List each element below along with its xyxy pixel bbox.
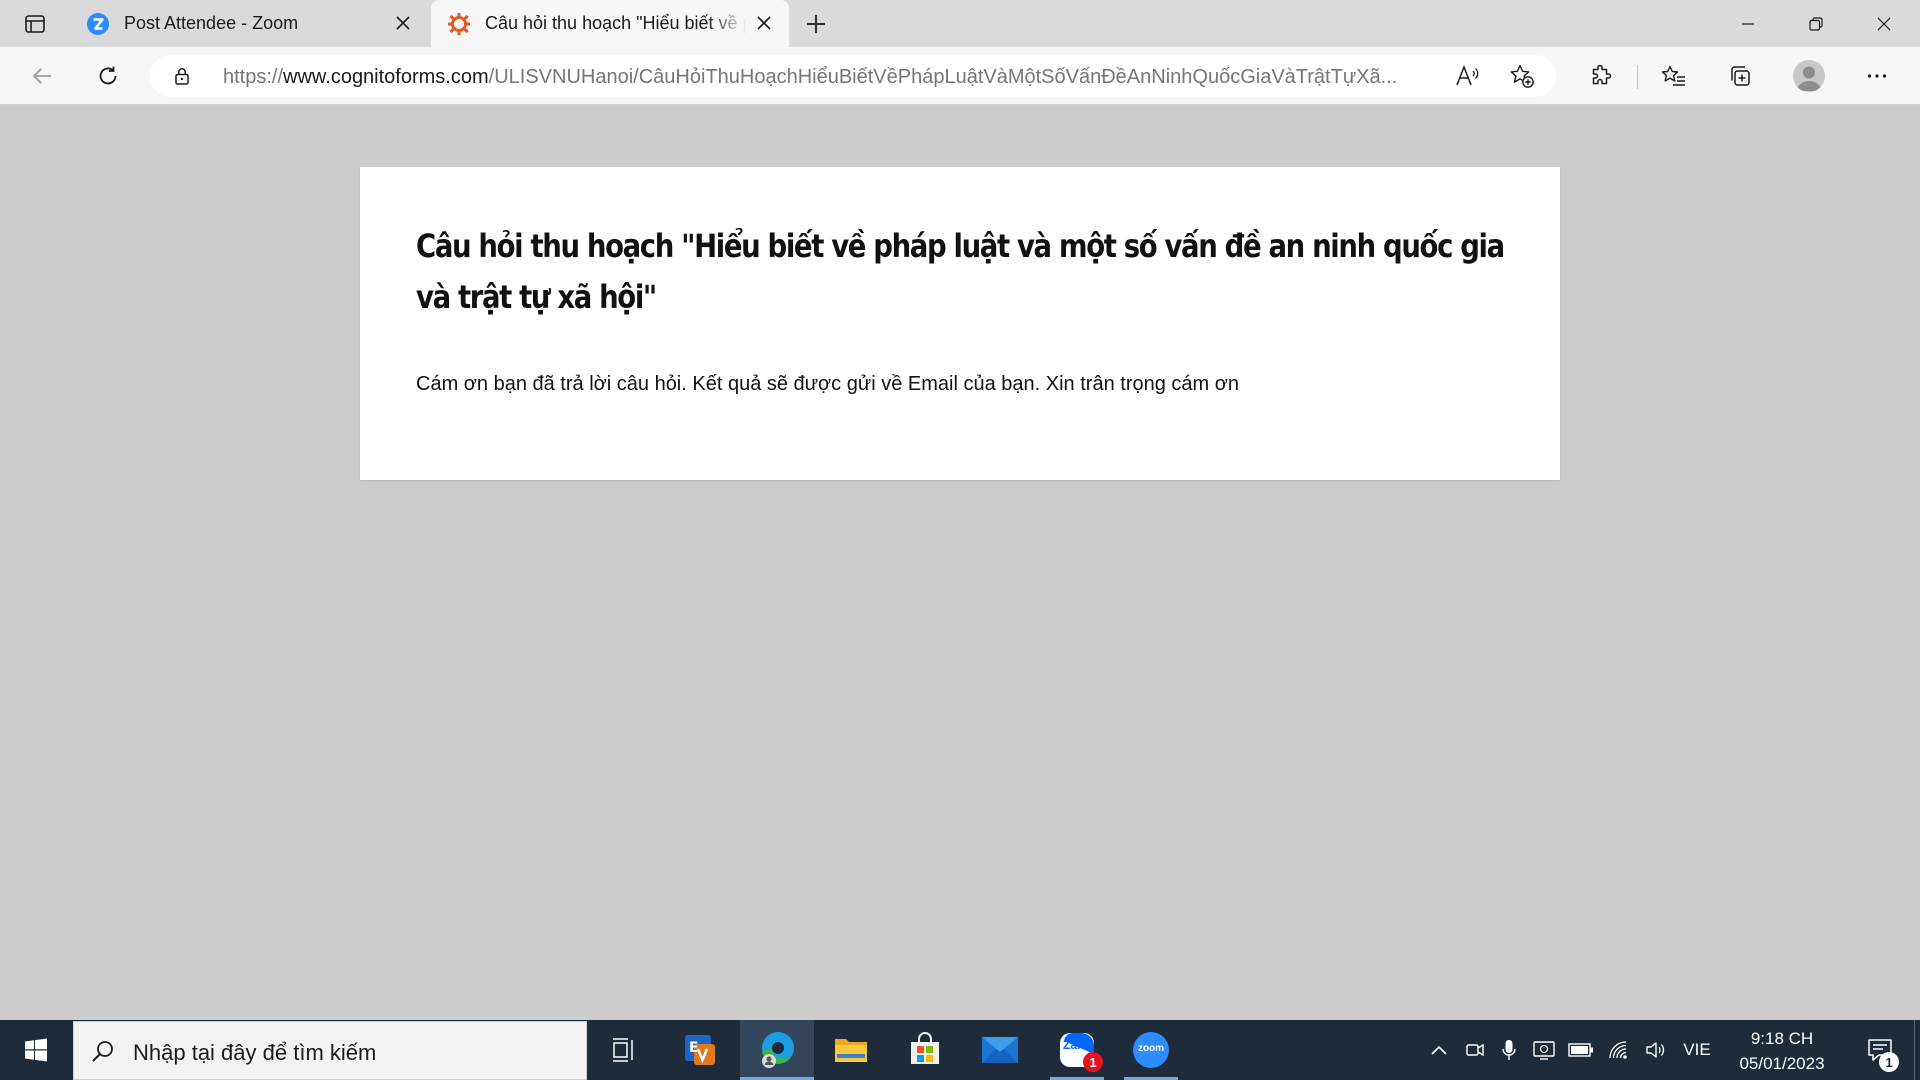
tab-cognito-form[interactable]: Câu hỏi thu hoạch "Hiểu biết về pháp luậ… xyxy=(431,0,789,47)
chevron-up-icon xyxy=(1431,1045,1447,1055)
refresh-button[interactable] xyxy=(90,58,126,94)
office-app-icon: E xyxy=(685,1035,715,1065)
zalo-label: Zalo xyxy=(1063,1038,1088,1052)
favorites-list-icon xyxy=(1661,65,1685,86)
form-title: Câu hỏi thu hoạch "Hiểu biết về pháp luậ… xyxy=(416,227,1505,316)
browser-toolbar: https://www.cognitoforms.com/ULISVNUHano… xyxy=(0,47,1920,105)
clock-date: 05/01/2023 xyxy=(1739,1054,1825,1073)
battery-icon xyxy=(1568,1043,1593,1057)
minimize-icon xyxy=(1742,22,1754,25)
collections-icon xyxy=(1731,66,1750,86)
tab-actions-button[interactable] xyxy=(16,8,54,40)
zoom-icon xyxy=(86,12,110,36)
browser-tab-strip: Post Attendee - Zoom Câu hỏi thu hoạch "… xyxy=(0,0,1920,47)
more-dots-icon xyxy=(1867,74,1887,78)
zoom-app-label: zoom xyxy=(1137,1043,1165,1054)
refresh-icon xyxy=(99,66,117,85)
person-icon xyxy=(1797,66,1821,91)
action-center-button[interactable]: 1 xyxy=(1856,1020,1904,1080)
taskbar-zoom[interactable]: zoom xyxy=(1114,1020,1188,1080)
taskbar-task-view[interactable] xyxy=(587,1020,661,1080)
search-placeholder: Nhập tại đây để tìm kiếm xyxy=(133,1040,377,1065)
taskbar-file-explorer[interactable] xyxy=(814,1020,888,1080)
url-text: https://www.cognitoforms.com/ULISVNUHano… xyxy=(223,66,1433,89)
zalo-notification-badge: 1 xyxy=(1083,1052,1103,1072)
tab-title: Câu hỏi thu hoạch "Hiểu biết về pháp luậ… xyxy=(485,13,747,33)
windows-logo-icon xyxy=(25,1038,47,1062)
cognito-forms-icon xyxy=(447,12,471,36)
favorites-button[interactable] xyxy=(1656,58,1692,94)
extensions-button[interactable] xyxy=(1583,58,1619,94)
taskbar-office-app[interactable]: E xyxy=(663,1020,737,1080)
store-icon xyxy=(911,1032,939,1064)
folder-icon xyxy=(835,1039,867,1062)
profile-avatar[interactable] xyxy=(1793,60,1825,92)
form-confirmation-card: Câu hỏi thu hoạch "Hiểu biết về pháp luậ… xyxy=(360,167,1560,480)
new-tab-button[interactable] xyxy=(800,8,832,40)
taskbar-mail[interactable] xyxy=(963,1020,1037,1080)
tray-battery[interactable] xyxy=(1563,1020,1599,1080)
tab-actions-icon xyxy=(25,15,45,33)
tray-microphone[interactable] xyxy=(1494,1020,1524,1080)
back-button[interactable] xyxy=(24,58,60,94)
camera-icon xyxy=(1466,1043,1484,1057)
read-aloud-icon xyxy=(1456,65,1479,86)
microphone-icon xyxy=(1502,1040,1516,1060)
language-indicator: VIE xyxy=(1683,1040,1711,1059)
tray-display[interactable] xyxy=(1527,1020,1561,1080)
notification-count-badge: 1 xyxy=(1879,1052,1899,1072)
close-window-button[interactable] xyxy=(1850,0,1918,47)
show-desktop-button[interactable] xyxy=(1914,1020,1920,1080)
edge-icon xyxy=(762,1032,794,1068)
tab-close-icon[interactable] xyxy=(751,10,777,36)
puzzle-icon xyxy=(1592,64,1612,85)
taskbar-microsoft-store[interactable] xyxy=(888,1020,962,1080)
back-arrow-icon xyxy=(32,68,51,84)
star-add-icon xyxy=(1510,64,1534,88)
mail-icon xyxy=(982,1037,1018,1063)
task-view-icon xyxy=(613,1038,633,1062)
restore-icon xyxy=(1809,16,1823,31)
taskbar-clock[interactable]: 9:18 CH 05/01/2023 xyxy=(1716,1026,1848,1076)
restore-button[interactable] xyxy=(1782,0,1850,47)
svg-text:E: E xyxy=(689,1040,699,1056)
speaker-icon xyxy=(1646,1042,1665,1058)
show-hidden-icons-button[interactable] xyxy=(1422,1020,1456,1080)
url-path: /ULISVNUHanoi/CâuHỏiThuHoạchHiểuBiếtVềPh… xyxy=(488,66,1398,88)
settings-more-button[interactable] xyxy=(1859,58,1895,94)
start-button[interactable] xyxy=(0,1020,72,1080)
windows-taskbar: Nhập tại đây để tìm kiếm E Zalo 1 zoom V… xyxy=(0,1020,1920,1080)
taskbar-zalo[interactable]: Zalo 1 xyxy=(1040,1020,1114,1080)
minimize-button[interactable] xyxy=(1714,0,1782,47)
tab-title: Post Attendee - Zoom xyxy=(124,13,299,33)
tab-post-attendee-zoom[interactable]: Post Attendee - Zoom xyxy=(70,0,428,47)
tray-network[interactable] xyxy=(1601,1020,1637,1080)
read-aloud-button[interactable] xyxy=(1454,63,1482,89)
tray-input-language[interactable]: VIE xyxy=(1677,1020,1717,1080)
url-host: www.cognitoforms.com xyxy=(283,66,489,88)
monitor-sync-icon xyxy=(1533,1041,1555,1060)
confirmation-message: Cám ơn bạn đã trả lời câu hỏi. Kết quả s… xyxy=(416,373,1239,395)
toolbar-divider xyxy=(1637,65,1638,89)
wifi-icon xyxy=(1609,1041,1627,1059)
close-icon xyxy=(1877,17,1891,30)
plus-icon xyxy=(807,15,825,33)
taskbar-search-box[interactable]: Nhập tại đây để tìm kiếm xyxy=(73,1021,587,1080)
tray-meet-now[interactable] xyxy=(1458,1020,1492,1080)
search-icon xyxy=(92,1041,113,1062)
tab-close-icon[interactable] xyxy=(390,10,416,36)
address-bar[interactable]: https://www.cognitoforms.com/ULISVNUHano… xyxy=(150,55,1556,97)
clock-time: 9:18 CH xyxy=(1750,1029,1814,1048)
add-favorite-button[interactable] xyxy=(1508,63,1536,89)
tray-volume[interactable] xyxy=(1639,1020,1673,1080)
taskbar-edge[interactable] xyxy=(740,1020,814,1080)
collections-button[interactable] xyxy=(1722,58,1758,94)
lock-icon xyxy=(175,68,189,85)
url-scheme: https:// xyxy=(223,66,284,88)
